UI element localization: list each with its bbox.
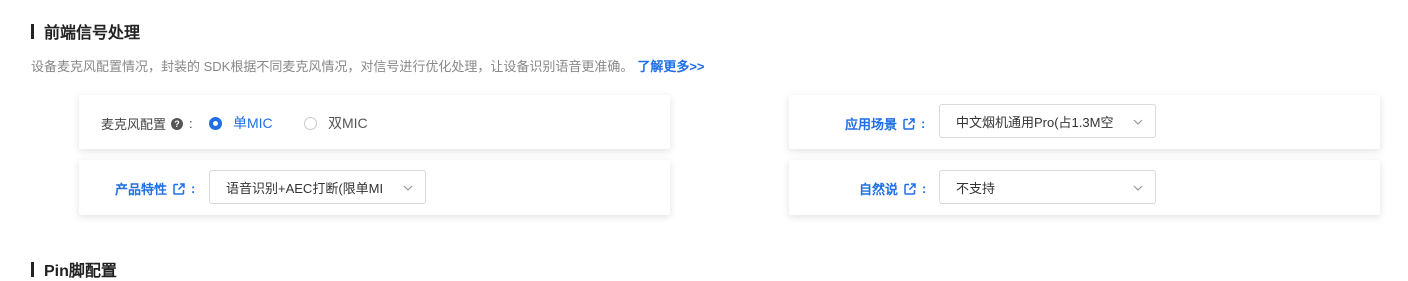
free-speech-colon: : <box>922 181 927 196</box>
external-link-icon[interactable] <box>173 182 185 195</box>
description-text: 设备麦克风配置情况，封装的 SDK根据不同麦克风情况，对信号进行优化处理，让设备… <box>31 59 634 74</box>
chevron-down-icon <box>1133 185 1143 191</box>
mic-config-label: 麦克风配置 ? : <box>101 114 193 133</box>
product-feature-select[interactable]: 语音识别+AEC打断(限单MI <box>209 170 426 204</box>
radio-dual-mic[interactable]: 双MIC <box>304 113 368 133</box>
free-speech-select-value: 不支持 <box>956 180 996 196</box>
free-speech-label-text: 自然说 <box>859 182 899 197</box>
help-icon[interactable]: ? <box>171 117 184 130</box>
mic-config-card: 麦克风配置 ? : 单MIC 双MIC <box>79 95 670 149</box>
product-feature-card: 产品特性 : 语音识别+AEC打断(限单MI <box>79 160 670 215</box>
radio-dot-checked-icon <box>209 116 222 130</box>
scene-card: 应用场景 : 中文烟机通用Pro(占1.3M空 <box>789 95 1380 149</box>
scene-label-text: 应用场景 <box>845 117 898 132</box>
section-title-signal-processing: 前端信号处理 <box>31 20 140 42</box>
free-speech-label: 自然说 : <box>859 179 926 198</box>
mic-config-label-text: 麦克风配置 <box>101 117 167 132</box>
external-link-icon[interactable] <box>903 117 915 130</box>
external-link-icon[interactable] <box>904 182 916 195</box>
free-speech-select[interactable]: 不支持 <box>939 170 1156 204</box>
scene-select-value: 中文烟机通用Pro(占1.3M空 <box>956 114 1114 130</box>
title-bar-decoration <box>31 261 34 277</box>
free-speech-card: 自然说 : 不支持 <box>789 160 1380 215</box>
scene-select[interactable]: 中文烟机通用Pro(占1.3M空 <box>939 104 1156 138</box>
chevron-down-icon <box>403 185 413 191</box>
radio-dual-mic-label: 双MIC <box>328 115 368 131</box>
learn-more-link[interactable]: 了解更多>> <box>637 59 704 74</box>
product-feature-select-value: 语音识别+AEC打断(限单MI <box>226 180 384 196</box>
mic-config-colon: : <box>189 116 193 131</box>
scene-label: 应用场景 : <box>845 114 925 133</box>
radio-dot-unchecked-icon <box>304 116 317 130</box>
section2-title-text: Pin脚配置 <box>44 263 117 280</box>
product-feature-label: 产品特性 : <box>115 179 195 198</box>
chevron-down-icon <box>1133 119 1143 125</box>
radio-single-mic[interactable]: 单MIC <box>209 113 273 133</box>
product-feature-colon: : <box>191 181 196 196</box>
product-feature-label-text: 产品特性 <box>115 182 168 197</box>
radio-single-mic-label: 单MIC <box>233 115 273 131</box>
section-title-text: 前端信号处理 <box>44 25 141 42</box>
scene-colon: : <box>921 116 926 131</box>
section-title-pin-config: Pin脚配置 <box>31 259 117 280</box>
title-bar-decoration <box>31 23 34 39</box>
section-description: 设备麦克风配置情况，封装的 SDK根据不同麦克风情况，对信号进行优化处理，让设备… <box>31 56 705 75</box>
